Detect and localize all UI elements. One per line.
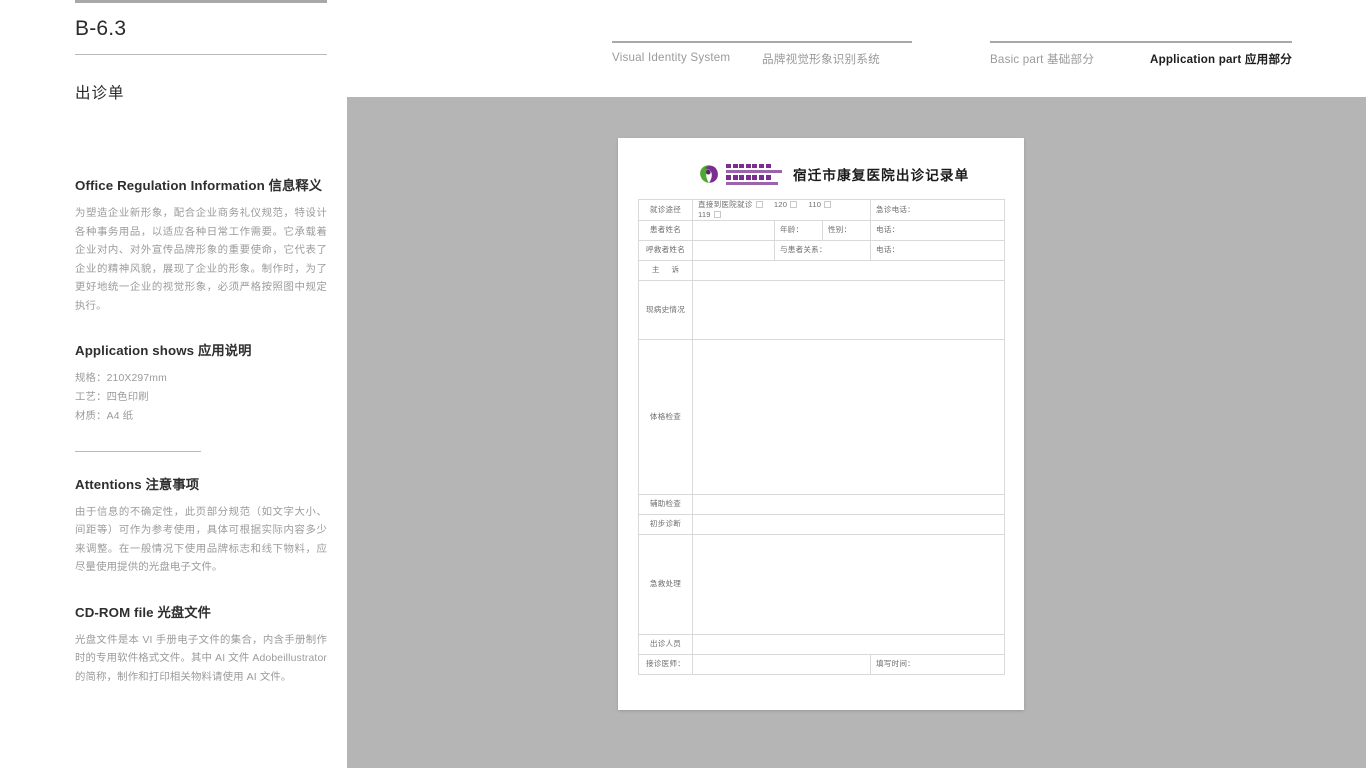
header-application-part[interactable]: Application part 应用部分 [1150, 51, 1292, 67]
spec-process: 工艺：四色印刷 [75, 392, 149, 404]
visit-record-form: 就诊途径 直接到医院就诊 120 110 119 急诊电话： 患者姓名 年龄： … [638, 198, 1005, 675]
cell-aux-exam-value[interactable] [692, 493, 1005, 515]
section-cdrom-file: CD-ROM file 光盘文件 光盘文件是本 VI 手册电子文件的集合，内含手… [75, 602, 327, 688]
table-row-caller: 呼救者姓名 与患者关系： 电话： [638, 239, 1005, 261]
document-mockup-paper: 宿迁市康复医院出诊记录单 就诊途径 直接到医院就诊 120 110 119 急诊… [618, 138, 1024, 710]
header-system-cn: 品牌视觉形象识别系统 [762, 53, 880, 66]
document-content: 宿迁市康复医院出诊记录单 就诊途径 直接到医院就诊 120 110 119 急诊… [638, 158, 1005, 675]
route-option-120[interactable]: 120 [773, 199, 798, 210]
wordmark-en-line-2 [726, 181, 778, 185]
spec-material: 材质：A4 纸 [75, 410, 134, 422]
checkbox-110-icon[interactable] [824, 201, 832, 209]
cell-history-value[interactable] [692, 279, 1005, 340]
wordmark-en-line-1 [726, 170, 782, 174]
vi-manual-page: Visual Identity System 品牌视觉形象识别系统 Basic … [0, 0, 1366, 768]
cell-caller-name-label: 呼救者姓名 [638, 239, 693, 261]
hospital-logo-icon [699, 164, 719, 184]
spec-size: 规格：210X297mm [75, 373, 167, 385]
cell-staff-label: 出诊人员 [638, 633, 693, 655]
route-direct-label: 直接到医院就诊 [698, 199, 753, 209]
cell-physical-exam-value[interactable] [692, 338, 1005, 495]
route-option-119[interactable]: 119 [698, 210, 721, 220]
cell-doctor-value[interactable] [692, 653, 871, 675]
cell-fill-time[interactable]: 填写时间： [870, 653, 1005, 675]
table-row-prelim-diagnosis: 初步诊断 [638, 513, 1005, 535]
cell-history-label: 现病史情况 [638, 279, 693, 340]
cell-patient-name-value[interactable] [692, 219, 775, 241]
route-option-direct[interactable]: 直接到医院就诊 [698, 200, 763, 210]
route-120-label: 120 [773, 199, 788, 209]
section-application-shows: Application shows 应用说明 规格：210X297mm 工艺：四… [75, 340, 327, 427]
section-attentions: Attentions 注意事项 由于信息的不确定性，此页部分规范（如文字大小、间… [75, 474, 327, 578]
cell-prelim-diagnosis-label: 初步诊断 [638, 513, 693, 535]
section-body: 由于信息的不确定性，此页部分规范（如文字大小、间距等）可作为参考使用，具体可根据… [75, 506, 327, 574]
header-system-en: Visual Identity System [612, 51, 731, 64]
page-code: B-6.3 [75, 17, 127, 40]
table-row-staff: 出诊人员 [638, 633, 1005, 655]
cell-doctor-label: 接诊医师： [638, 653, 693, 675]
page-title: 出诊单 [75, 85, 125, 102]
cell-chief-complaint-label: 主 诉 [638, 259, 693, 281]
table-row-history: 现病史情况 [638, 279, 1005, 340]
cell-prelim-diagnosis-value[interactable] [692, 513, 1005, 535]
header-rule-right [990, 41, 1292, 43]
section-heading: CD-ROM file 光盘文件 [75, 604, 212, 620]
cell-physical-exam-label: 体格检查 [638, 338, 693, 495]
cell-emergency-phone[interactable]: 急诊电话： [870, 198, 1005, 221]
header-basic-part[interactable]: Basic part 基础部分 [990, 51, 1094, 67]
cell-chief-complaint-value[interactable] [692, 259, 1005, 281]
cell-caller-name-value[interactable] [692, 239, 775, 261]
table-row-chief-complaint: 主 诉 [638, 259, 1005, 281]
header-rule-left [612, 41, 912, 43]
section-body: 光盘文件是本 VI 手册电子文件的集合，内含手册制作时的专用软件格式文件。其中 … [75, 634, 327, 683]
section-office-regulation: Office Regulation Information 信息释义 为塑造企业… [75, 175, 327, 316]
document-header: 宿迁市康复医院出诊记录单 [638, 158, 1004, 199]
section-heading: Attentions 注意事项 [75, 476, 200, 492]
cell-emergency-treatment-label: 急救处理 [638, 533, 693, 635]
cell-emergency-treatment-value[interactable] [692, 533, 1005, 635]
cell-gender[interactable]: 性别： [822, 219, 871, 241]
cell-route-label: 就诊途径 [638, 198, 693, 221]
cell-patient-name-label: 患者姓名 [638, 219, 693, 241]
cell-caller-phone[interactable]: 电话： [870, 239, 1005, 261]
table-row-emergency-treatment: 急救处理 [638, 533, 1005, 635]
divider-mid [75, 450, 201, 452]
table-row-aux-exam: 辅助检查 [638, 493, 1005, 515]
table-row-signoff: 接诊医师： 填写时间： [638, 653, 1005, 675]
section-heading: Application shows 应用说明 [75, 343, 252, 359]
table-row-patient: 患者姓名 年龄： 性别： 电话： [638, 219, 1005, 241]
cell-aux-exam-label: 辅助检查 [638, 493, 693, 515]
sidebar: B-6.3 出诊单 Office Regulation Information … [75, 0, 327, 688]
checkbox-119-icon[interactable] [713, 211, 721, 219]
checkbox-120-icon[interactable] [790, 201, 798, 209]
route-119-label: 119 [698, 209, 711, 219]
route-110-label: 110 [808, 199, 822, 209]
form-title: 宿迁市康复医院出诊记录单 [793, 168, 970, 184]
checkbox-direct-icon[interactable] [755, 201, 763, 209]
cell-relation[interactable]: 与患者关系： [774, 239, 871, 261]
cell-patient-phone[interactable]: 电话： [870, 219, 1005, 241]
cell-age[interactable]: 年龄： [774, 219, 823, 241]
cell-staff-value[interactable] [692, 633, 1005, 655]
route-option-110[interactable]: 110 [808, 199, 832, 210]
section-heading: Office Regulation Information 信息释义 [75, 178, 323, 193]
table-row-route: 就诊途径 直接到医院就诊 120 110 119 急诊电话： [638, 198, 1005, 221]
cell-route-options[interactable]: 直接到医院就诊 120 110 119 [692, 198, 871, 221]
table-row-physical-exam: 体格检查 [638, 338, 1005, 495]
section-body: 为塑造企业新形象，配合企业商务礼仪规范，特设计各种事务用品，以适应各种日常工作需… [75, 208, 327, 312]
hospital-wordmark [726, 164, 782, 185]
